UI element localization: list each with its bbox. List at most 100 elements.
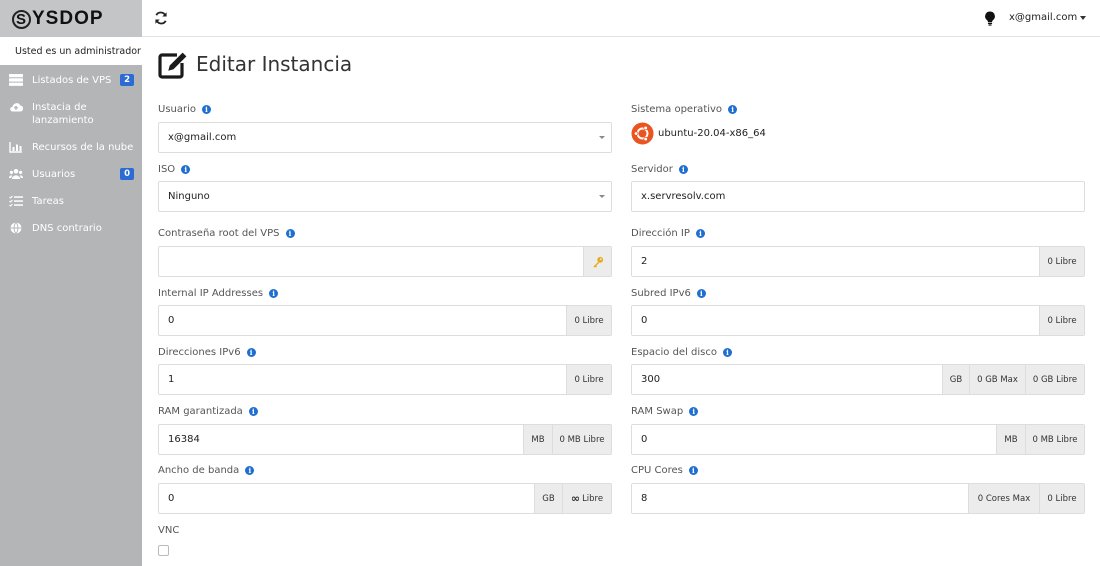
subred-ipv6-label: Subred IPv6 i xyxy=(631,288,706,299)
info-icon[interactable]: i xyxy=(285,229,295,238)
info-icon[interactable]: i xyxy=(688,466,698,475)
cpu-cores-input[interactable]: 8 0 Cores Max 0 Libre xyxy=(631,483,1085,514)
info-icon[interactable]: i xyxy=(678,165,688,174)
sidebar-item-tasks[interactable]: Tareas xyxy=(0,188,142,215)
sidebar-item-launch-instance[interactable]: Instacia de lanzamiento xyxy=(0,94,142,134)
info-icon[interactable]: i xyxy=(728,105,738,114)
subred-ipv6-value: 0 xyxy=(641,315,648,326)
root-password-input[interactable] xyxy=(158,246,612,277)
info-icon[interactable]: i xyxy=(248,407,258,416)
espacio-disco-unit: GB xyxy=(942,365,969,394)
brand-first-letter: S xyxy=(12,9,31,29)
chevron-down-icon xyxy=(599,136,605,139)
sidebar-item-vps-list[interactable]: Listados de VPS 2 xyxy=(0,67,142,94)
bar-chart-icon xyxy=(9,142,22,153)
sidebar-item-label: Tareas xyxy=(32,196,64,207)
sidebar-item-label: Recursos de la nube xyxy=(32,142,134,153)
info-icon[interactable]: i xyxy=(695,229,705,238)
subred-ipv6-input[interactable]: 0 0 Libre xyxy=(631,305,1085,336)
espacio-disco-max-addon: 0 GB Max xyxy=(969,365,1025,394)
internal-ip-value: 0 xyxy=(168,315,175,326)
sidebar-item-label: Listados de VPS xyxy=(32,75,112,86)
espacio-disco-free-addon: 0 GB Libre xyxy=(1025,365,1084,394)
os-display: ubuntu-20.04-x86_64 xyxy=(631,122,766,145)
key-icon xyxy=(592,256,603,268)
espacio-disco-input[interactable]: 300 GB 0 GB Max 0 GB Libre xyxy=(631,364,1085,395)
ram-garantizada-label: RAM garantizada i xyxy=(158,406,258,417)
brand-name: YSDOP xyxy=(32,7,104,29)
chevron-down-icon[interactable] xyxy=(1080,16,1086,20)
ancho-banda-input[interactable]: 0 GB ∞ Libre xyxy=(158,483,612,514)
subred-ipv6-free-addon: 0 Libre xyxy=(1039,306,1084,335)
cpu-cores-value: 8 xyxy=(641,493,648,504)
users-icon xyxy=(9,169,23,179)
internal-ip-input[interactable]: 0 0 Libre xyxy=(158,305,612,336)
vnc-label: VNC xyxy=(158,525,180,536)
ram-swap-free-addon: 0 MB Libre xyxy=(1025,425,1084,454)
edit-icon xyxy=(158,52,187,79)
sidebar-item-label: DNS contrario xyxy=(32,223,102,234)
infinity-icon: ∞ xyxy=(570,492,581,505)
direccion-ip-input[interactable]: 2 0 Libre xyxy=(631,246,1085,277)
ancho-banda-value: 0 xyxy=(168,493,175,504)
direcciones-ipv6-label: Direcciones IPv6 i xyxy=(158,347,256,358)
ram-swap-value: 0 xyxy=(641,434,648,445)
brand-logo[interactable]: S YSDOP xyxy=(0,0,142,37)
sidebar: S YSDOP Usted es un administrador Listado… xyxy=(0,0,142,566)
vps-count-badge: 2 xyxy=(120,74,134,86)
generate-password-button[interactable] xyxy=(583,247,611,276)
iso-select[interactable]: Ninguno xyxy=(158,181,612,212)
refresh-icon[interactable] xyxy=(154,11,168,25)
server-icon xyxy=(9,74,23,86)
servidor-label: Servidor i xyxy=(631,164,688,175)
user-menu-email[interactable]: x@gmail.com xyxy=(1009,12,1077,23)
info-icon[interactable]: i xyxy=(269,289,279,298)
usuario-label: Usuario i xyxy=(158,104,212,115)
cpu-cores-label: CPU Cores i xyxy=(631,465,698,476)
sidebar-item-label: Usuarios xyxy=(32,169,76,180)
os-name: ubuntu-20.04-x86_64 xyxy=(658,128,766,139)
info-icon[interactable]: i xyxy=(246,348,256,357)
info-icon[interactable]: i xyxy=(202,105,212,114)
direcciones-ipv6-input[interactable]: 1 0 Libre xyxy=(158,364,612,395)
sidebar-nav: Listados de VPS 2 Instacia de lanzamient… xyxy=(0,67,142,242)
tasks-icon xyxy=(9,195,23,207)
ram-garantizada-value: 16384 xyxy=(168,434,200,445)
sidebar-item-label: Instacia de lanzamiento xyxy=(32,102,94,126)
ram-garantizada-input[interactable]: 16384 MB 0 MB Libre xyxy=(158,424,612,455)
root-password-label: Contraseña root del VPS i xyxy=(158,228,295,239)
direccion-ip-value: 2 xyxy=(641,256,648,267)
sidebar-item-reverse-dns[interactable]: DNS contrario xyxy=(0,215,142,242)
direcciones-ipv6-value: 1 xyxy=(168,374,175,385)
iso-label: ISO i xyxy=(158,164,191,175)
ancho-banda-label: Ancho de banda i xyxy=(158,465,255,476)
cpu-cores-max-addon: 0 Cores Max xyxy=(968,484,1039,513)
info-icon[interactable]: i xyxy=(723,348,732,357)
info-icon[interactable]: i xyxy=(245,466,255,475)
ubuntu-icon xyxy=(631,122,654,145)
lightbulb-icon[interactable] xyxy=(984,11,996,26)
root-password-value xyxy=(159,247,583,276)
info-icon[interactable]: i xyxy=(181,165,191,174)
sistema-operativo-label: Sistema operativo i xyxy=(631,104,738,115)
internal-ip-free-addon: 0 Libre xyxy=(566,306,611,335)
globe-icon xyxy=(10,222,22,234)
vnc-checkbox[interactable] xyxy=(158,545,169,556)
ram-swap-input[interactable]: 0 MB 0 MB Libre xyxy=(631,424,1085,455)
ram-swap-unit: MB xyxy=(996,425,1025,454)
servidor-value: x.servresolv.com xyxy=(641,191,726,202)
info-icon[interactable]: i xyxy=(696,289,706,298)
direcciones-ipv6-free-addon: 0 Libre xyxy=(566,365,611,394)
sidebar-item-users[interactable]: Usuarios 0 xyxy=(0,161,142,188)
sidebar-item-cloud-resources[interactable]: Recursos de la nube xyxy=(0,134,142,161)
usuario-select[interactable]: x@gmail.com xyxy=(158,122,612,153)
direccion-ip-label: Dirección IP i xyxy=(631,228,705,239)
info-icon[interactable]: i xyxy=(689,407,699,416)
admin-note: Usted es un administrador xyxy=(0,37,142,65)
ram-garantizada-unit: MB xyxy=(523,425,552,454)
usuario-value: x@gmail.com xyxy=(168,132,237,143)
direccion-ip-free-addon: 0 Libre xyxy=(1039,247,1084,276)
servidor-input[interactable]: x.servresolv.com xyxy=(631,181,1085,212)
espacio-disco-label: Espacio del disco i xyxy=(631,347,732,358)
ancho-banda-unit: GB xyxy=(534,484,562,513)
